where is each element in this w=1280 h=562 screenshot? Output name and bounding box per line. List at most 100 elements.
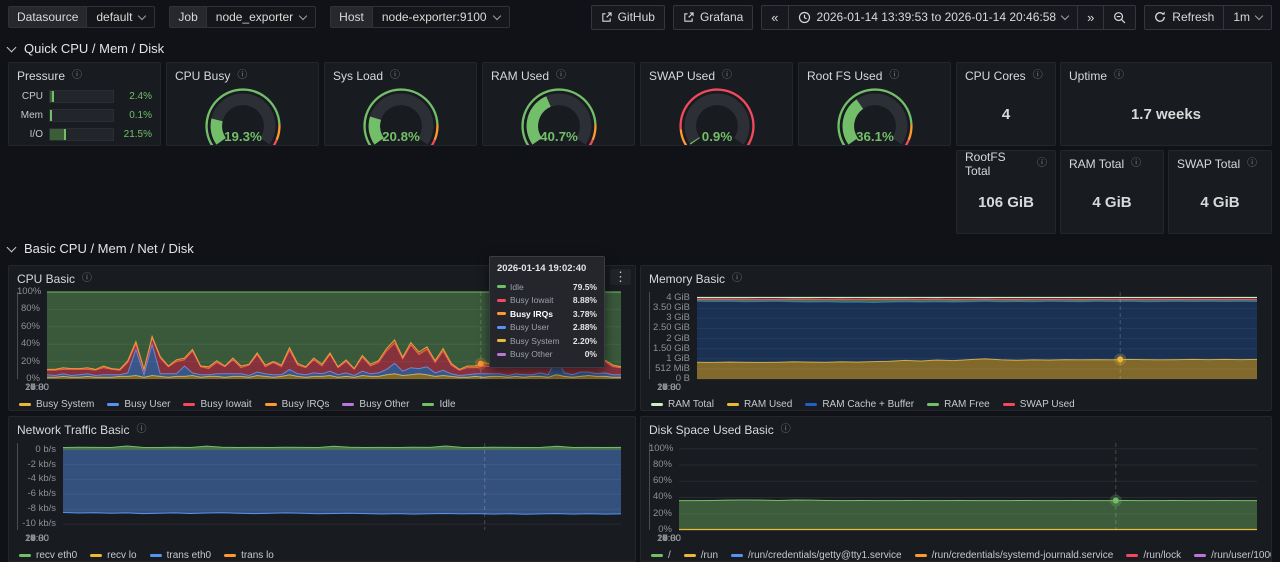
tooltip-series-label: Busy Other [510,349,553,359]
info-icon[interactable]: ⓘ [781,425,791,435]
legend-color-dash [805,403,817,406]
legend-item[interactable]: recv lo [90,550,136,561]
legend-item[interactable]: /run/lock [1126,550,1181,561]
pressure-bar-fill [50,129,66,140]
mem-plot-area[interactable] [649,288,1263,394]
ram-used-gauge: 40.7% [483,85,634,146]
uptime-stat-panel: Uptimeⓘ 1.7 weeks [1060,62,1272,146]
legend-label: /run/lock [1143,550,1181,561]
disk-space-chart[interactable]: 0%20%40%60%80%100%14:0014:3015:0015:3016… [649,439,1263,545]
legend-label: RAM Used [744,399,792,410]
legend-item[interactable]: trans eth0 [150,550,211,561]
tooltip-row: Busy User2.88% [497,321,597,335]
info-icon[interactable]: ⓘ [889,71,899,81]
legend-item[interactable]: / [651,550,671,561]
network-traffic-chart[interactable]: 0 b/s-2 kb/s-4 kb/s-6 kb/s-8 kb/s-10 kb/… [17,439,627,545]
info-icon[interactable]: ⓘ [1037,159,1047,169]
refresh-button[interactable]: Refresh [1144,5,1224,30]
row-header-quick[interactable]: Quick CPU / Mem / Disk [0,34,1280,60]
tooltip-series-value: 79.5% [573,282,597,292]
info-icon[interactable]: ⓘ [136,425,146,435]
legend-item[interactable]: /run [684,550,718,561]
info-icon[interactable]: ⓘ [82,274,92,284]
legend-item[interactable]: trans lo [224,550,274,561]
legend-label: SWAP Used [1020,399,1075,410]
legend-color-dash [19,403,31,406]
panel-title: Network Traffic Basic [17,423,129,437]
svg-text:20.8%: 20.8% [382,129,420,144]
y-axis-label: -2 kb/s [17,460,56,470]
variable-host: Host node-exporter:9100 [330,6,509,28]
row-header-basic[interactable]: Basic CPU / Mem / Net / Disk [0,234,1280,260]
legend-label: RAM Total [668,399,714,410]
legend-item[interactable]: /run/user/1000 [1194,550,1271,561]
legend-color-dash [183,403,195,406]
info-icon[interactable]: ⓘ [1114,71,1124,81]
variable-label: Datasource [8,6,86,28]
rootfs-used-gauge: 36.1% [799,85,950,146]
legend-label: recv lo [107,550,136,561]
y-axis-label: 3 GiB [649,313,690,323]
host-select[interactable]: node-exporter:9100 [372,6,510,28]
legend-label: Busy System [36,399,94,410]
y-axis-label: -4 kb/s [17,474,56,484]
info-icon[interactable]: ⓘ [732,274,742,284]
memory-basic-chart[interactable]: 0 B512 MiB1 GiB1.50 GiB2 GiB2.50 GiB3 Gi… [649,288,1263,394]
y-axis-label: 40% [649,492,672,502]
tooltip-series-value: 0% [585,349,597,359]
variable-job: Job node_exporter [169,6,316,28]
panel-title: RootFS Total [965,150,1030,178]
y-axis-label: 20% [649,509,672,519]
job-select[interactable]: node_exporter [206,6,316,28]
time-range-back-button[interactable]: « [761,5,788,30]
time-range-picker[interactable]: 2026-01-14 13:39:53 to 2026-01-14 20:46:… [788,5,1079,30]
x-axis-label: 20:30 [649,533,689,544]
refresh-interval-select[interactable]: 1m [1223,5,1272,30]
info-icon[interactable]: ⓘ [1131,159,1141,169]
legend-label: trans lo [241,550,274,561]
info-icon[interactable]: ⓘ [1247,159,1257,169]
legend-item[interactable]: RAM Used [727,399,792,410]
disk-plot-area[interactable] [649,439,1263,545]
pressure-bar [49,128,114,141]
panel-title: RAM Used [491,69,549,83]
legend-item[interactable]: SWAP Used [1003,399,1075,410]
grafana-link-button[interactable]: Grafana [673,5,753,30]
legend-item[interactable]: Busy Iowait [183,399,251,410]
info-icon[interactable]: ⓘ [390,71,400,81]
time-range-forward-button[interactable]: » [1077,5,1104,30]
legend-item[interactable]: RAM Cache + Buffer [805,399,914,410]
sys-load-gauge: 20.8% [325,85,476,146]
legend-item[interactable]: recv eth0 [19,550,77,561]
datasource-select[interactable]: default [86,6,155,28]
legend-item[interactable]: Busy User [107,399,170,410]
info-icon[interactable]: ⓘ [72,71,82,81]
tooltip-series-label: Idle [510,282,524,292]
swap-used-gauge-panel: SWAP Usedⓘ 0.9% [640,62,793,146]
external-link-icon [683,12,694,23]
legend-item[interactable]: /run/credentials/getty@tty1.service [731,550,902,561]
info-icon[interactable]: ⓘ [722,71,732,81]
legend-item[interactable]: RAM Free [927,399,990,410]
external-link-icon [601,12,612,23]
disk-space-panel: Disk Space Used Basicⓘ 0%20%40%60%80%100… [640,416,1272,562]
chevron-down-icon [1255,11,1263,19]
legend-item[interactable]: Idle [422,399,455,410]
info-icon[interactable]: ⓘ [1033,71,1043,81]
info-icon[interactable]: ⓘ [237,71,247,81]
rootfs-used-gauge-panel: Root FS Usedⓘ 36.1% [798,62,951,146]
legend-item[interactable]: /run/credentials/systemd-journald.servic… [915,550,1114,561]
panel-menu-icon[interactable]: ⋮ [610,269,631,285]
zoom-out-button[interactable] [1103,5,1136,30]
legend-label: / [668,550,671,561]
legend-item[interactable]: Busy IRQs [265,399,330,410]
legend-item[interactable]: Busy Other [342,399,409,410]
pressure-label: CPU [17,91,43,102]
legend-item[interactable]: RAM Total [651,399,714,410]
net-plot-area[interactable] [17,439,627,545]
collapse-chevron-icon [7,242,17,252]
legend-item[interactable]: Busy System [19,399,94,410]
legend-label: /run/credentials/systemd-journald.servic… [932,550,1114,561]
github-link-button[interactable]: GitHub [591,5,665,30]
info-icon[interactable]: ⓘ [556,71,566,81]
